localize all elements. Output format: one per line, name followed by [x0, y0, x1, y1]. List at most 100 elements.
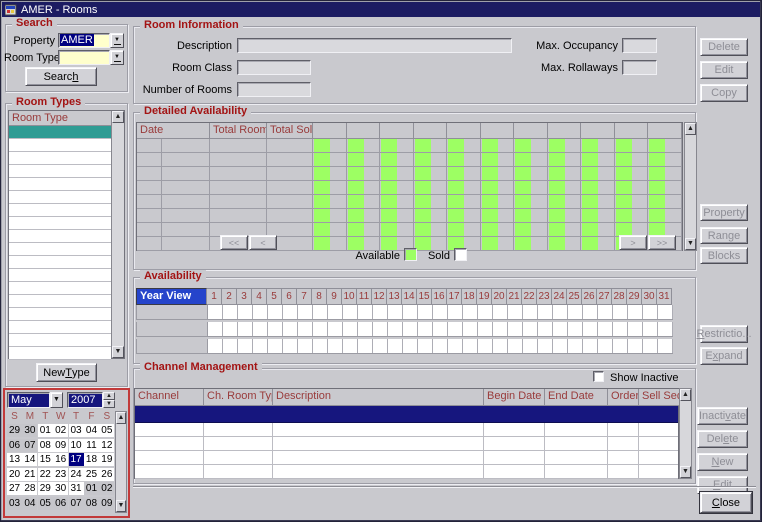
expand-button[interactable]: Ex pand	[700, 347, 748, 365]
room-type-row[interactable]	[9, 217, 111, 230]
availability-day-cell[interactable]	[615, 195, 649, 208]
channel-row[interactable]	[135, 465, 680, 479]
room-type-lov-button[interactable]: ▼	[110, 50, 124, 65]
availability-day-cell[interactable]	[581, 195, 615, 208]
availability-day-cell[interactable]	[481, 139, 515, 152]
availability-day-cell[interactable]	[380, 195, 414, 208]
availability-day-cell[interactable]	[447, 195, 481, 208]
availability-day-cell[interactable]	[581, 237, 615, 250]
channel-row[interactable]	[135, 437, 680, 451]
year-view-cell-day[interactable]	[223, 322, 238, 336]
availability-day-cell[interactable]	[380, 167, 414, 180]
room-type-row[interactable]	[9, 204, 111, 217]
availability-day-cell[interactable]	[648, 139, 683, 152]
calendar-day[interactable]: 08	[37, 438, 53, 452]
year-view-cell-day[interactable]	[343, 305, 358, 319]
calendar-day[interactable]: 02	[53, 424, 69, 437]
channel-row[interactable]	[135, 451, 680, 465]
room-type-row[interactable]	[9, 139, 111, 152]
year-view-cell-day[interactable]	[298, 322, 313, 336]
availability-day-cell[interactable]	[347, 167, 381, 180]
year-view-cell-day[interactable]	[268, 322, 283, 336]
year-view-cell-day[interactable]	[253, 339, 268, 353]
year-view-cell-day[interactable]	[613, 305, 628, 319]
room-type-row[interactable]	[9, 178, 111, 191]
calendar-day[interactable]: 04	[22, 496, 38, 510]
room-type-row[interactable]	[9, 256, 111, 269]
channel-row[interactable]	[135, 423, 680, 437]
year-view-cell-day[interactable]	[253, 322, 268, 336]
availability-day-cell[interactable]	[548, 139, 582, 152]
calendar-year-input[interactable]: 2007	[67, 392, 103, 408]
year-view-cell-day[interactable]	[508, 322, 523, 336]
calendar-day[interactable]: 31	[68, 482, 84, 496]
calendar-day[interactable]: 06	[7, 438, 22, 452]
year-view-cell-day[interactable]	[628, 305, 643, 319]
room-type-row[interactable]	[9, 308, 111, 321]
availability-day-cell[interactable]	[648, 153, 683, 166]
year-view-cell-day[interactable]	[238, 322, 253, 336]
calendar-day[interactable]: 05	[99, 424, 115, 437]
availability-day-cell[interactable]	[581, 223, 615, 236]
year-view-cell-day[interactable]	[298, 305, 313, 319]
availability-day-cell[interactable]	[581, 139, 615, 152]
year-view-cell-day[interactable]	[238, 339, 253, 353]
new-type-button[interactable]: New Type	[36, 363, 97, 382]
availability-day-cell[interactable]	[313, 181, 347, 194]
year-view-cell-day[interactable]	[538, 322, 553, 336]
availability-day-cell[interactable]	[447, 223, 481, 236]
channel-scrollbar-down-icon[interactable]: ▼	[680, 466, 691, 478]
availability-day-cell[interactable]	[548, 153, 582, 166]
page-prev-button[interactable]: <	[249, 235, 277, 250]
year-view-cell-day[interactable]	[223, 305, 238, 319]
year-view-cell-day[interactable]	[478, 322, 493, 336]
year-view-cell-day[interactable]	[388, 339, 403, 353]
availability-day-cell[interactable]	[481, 237, 515, 250]
calendar-month-select[interactable]: May	[7, 392, 50, 408]
year-view-cell-day[interactable]	[283, 339, 298, 353]
availability-day-cell[interactable]	[648, 209, 683, 222]
calendar-day[interactable]: 03	[7, 496, 22, 510]
spinner-up-icon[interactable]: ▲	[103, 392, 115, 400]
availability-day-cell[interactable]	[514, 139, 548, 152]
calendar-day[interactable]: 15	[37, 453, 53, 467]
availability-day-cell[interactable]	[615, 139, 649, 152]
year-view-cell-day[interactable]	[388, 305, 403, 319]
calendar-day[interactable]: 14	[22, 453, 38, 467]
availability-day-cell[interactable]	[514, 237, 548, 250]
calendar-year-spinner[interactable]: ▲ ▼	[103, 392, 115, 408]
availability-day-cell[interactable]	[548, 195, 582, 208]
year-view-cell-day[interactable]	[508, 339, 523, 353]
year-view-cell-day[interactable]	[223, 339, 238, 353]
year-view-cell-day[interactable]	[313, 322, 328, 336]
calendar-day[interactable]: 17	[68, 453, 84, 467]
availability-day-cell[interactable]	[548, 223, 582, 236]
year-view-cell-day[interactable]	[268, 305, 283, 319]
room-type-row[interactable]	[9, 191, 111, 204]
year-view-cell-day[interactable]	[208, 322, 223, 336]
year-view-cell-day[interactable]	[643, 322, 658, 336]
max-rollaways-field[interactable]	[622, 60, 657, 75]
calendar-day[interactable]: 09	[99, 496, 115, 510]
calendar-day[interactable]: 06	[53, 496, 69, 510]
year-view-cell-day[interactable]	[643, 339, 658, 353]
description-field[interactable]	[237, 38, 512, 53]
availability-day-cell[interactable]	[414, 167, 448, 180]
year-view-cell-day[interactable]	[448, 339, 463, 353]
availability-day-cell[interactable]	[514, 195, 548, 208]
delete-channel-button[interactable]: Del e te	[697, 430, 748, 448]
calendar-day[interactable]: 30	[53, 482, 69, 496]
title-bar[interactable]: AMER - Rooms	[2, 2, 760, 17]
availability-day-cell[interactable]	[581, 209, 615, 222]
channel-row[interactable]	[135, 406, 678, 423]
year-view-cell-day[interactable]	[418, 339, 433, 353]
channel-scrollbar-track[interactable]	[680, 401, 691, 466]
year-view-cell-day[interactable]	[493, 322, 508, 336]
year-view-cell-day[interactable]	[448, 305, 463, 319]
year-view-cell-day[interactable]	[403, 322, 418, 336]
year-view-cell-day[interactable]	[358, 305, 373, 319]
year-view-cell-day[interactable]	[568, 339, 583, 353]
availability-day-cell[interactable]	[615, 167, 649, 180]
availability-day-cell[interactable]	[347, 209, 381, 222]
availability-day-cell[interactable]	[481, 167, 515, 180]
